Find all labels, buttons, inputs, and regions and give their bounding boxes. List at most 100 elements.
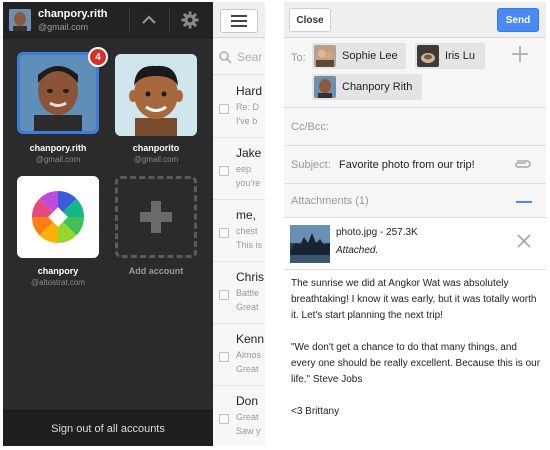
mail-snippet: Saw y	[236, 426, 261, 436]
account-tile-chanpory[interactable]	[17, 176, 99, 258]
select-checkbox[interactable]	[219, 290, 229, 300]
to-field[interactable]: To: Sophie Lee Iris Lu Chanpory Rith	[284, 38, 546, 108]
recipient-chip-chanpory-rith[interactable]: Chanpory Rith	[312, 74, 423, 100]
recipient-name: Sophie Lee	[342, 50, 398, 62]
mail-subject: Re: D	[236, 102, 260, 112]
close-icon[interactable]	[517, 234, 531, 248]
attachment-name: photo.jpg - 257.3K	[336, 227, 418, 238]
subject-value: Favorite photo from our trip!	[339, 159, 475, 171]
mail-sender: Chris	[236, 270, 265, 284]
recipient-chip-iris-lu[interactable]: Iris Lu	[415, 43, 485, 69]
select-checkbox[interactable]	[219, 414, 229, 424]
current-account-header[interactable]: chanpory.rith @gmail.com	[3, 2, 213, 38]
cc-bcc-label: Cc/Bcc:	[291, 121, 329, 133]
search-icon	[219, 51, 232, 64]
select-checkbox[interactable]	[219, 352, 229, 362]
account-tile-chanporito[interactable]	[115, 54, 197, 136]
colorful-logo-avatar	[17, 176, 99, 258]
account-name: chanporito	[132, 143, 180, 153]
subject-field[interactable]: Subject: Favorite photo from our trip!	[284, 146, 546, 184]
account-name: chanpory.rith	[29, 143, 87, 153]
mail-subject: chest	[236, 226, 258, 236]
account-drawer: chanpory.rith @gmail.com 4 chanpory.rith…	[3, 2, 213, 446]
list-item[interactable]: Jake eep you're	[213, 138, 265, 200]
mail-snippet: Great	[236, 364, 259, 374]
attachments-header[interactable]: Attachments (1)	[284, 184, 546, 218]
attachment-thumbnail	[290, 225, 330, 263]
recipient-avatar	[314, 45, 336, 67]
search-bar[interactable]: Sear	[213, 39, 265, 75]
mail-sender: Hard	[236, 84, 263, 98]
send-button[interactable]: Send	[497, 8, 539, 32]
collapse-attachments-icon[interactable]	[516, 201, 532, 203]
recipient-avatar	[417, 45, 439, 67]
account-email: @altostrat.com	[31, 278, 85, 287]
select-checkbox[interactable]	[219, 166, 229, 176]
mail-subject: eep	[236, 164, 252, 174]
collapse-accounts-button[interactable]	[130, 2, 168, 38]
current-account-name: chanpory.rith	[38, 8, 108, 20]
attachment-status: Attached.	[336, 245, 379, 256]
unread-count-badge: 4	[88, 47, 108, 67]
account-tile-chanpory-rith[interactable]	[17, 52, 99, 134]
body-signature: <3 Brittany	[291, 406, 340, 417]
add-account-button[interactable]	[115, 176, 197, 258]
close-button[interactable]: Close	[289, 8, 331, 32]
list-item[interactable]: Hard Re: D I've b	[213, 76, 265, 138]
mail-snippet: This is	[236, 240, 263, 250]
account-name: chanpory	[37, 266, 79, 276]
account-email: @gmail.com	[133, 155, 179, 164]
mail-snippet: you're	[236, 178, 261, 188]
attachments-label: Attachments (1)	[291, 195, 369, 207]
body-paragraph: The sunrise we did at Angkor Wat was abs…	[291, 278, 537, 321]
recipient-avatar	[314, 76, 336, 98]
body-paragraph: "We don't get a chance to do that many t…	[291, 342, 541, 385]
mail-sender: me,	[236, 208, 257, 222]
plus-icon	[140, 201, 172, 233]
mail-snippet: Great	[236, 302, 259, 312]
cc-bcc-field[interactable]: Cc/Bcc:	[284, 108, 546, 146]
recipient-chip-sophie-lee[interactable]: Sophie Lee	[312, 43, 406, 69]
list-item[interactable]: me, chest This is	[213, 200, 265, 262]
settings-button[interactable]	[171, 2, 209, 38]
subject-label: Subject:	[291, 159, 331, 171]
sign-out-all-button[interactable]: Sign out of all accounts	[3, 410, 213, 446]
current-account-avatar	[9, 9, 31, 31]
mail-subject: Battle	[236, 288, 260, 298]
message-body[interactable]: The sunrise we did at Angkor Wat was abs…	[291, 276, 541, 436]
account-photo	[20, 55, 96, 131]
inbox-toolbar	[213, 2, 265, 38]
inbox-list-peek: Sear Hard Re: D I've b Jake eep you're m…	[213, 2, 265, 446]
list-item[interactable]: Chris Battle Great	[213, 262, 265, 324]
recipient-name: Chanpory Rith	[342, 81, 413, 93]
add-account-label: Add account	[128, 266, 184, 276]
mail-sender: Kenn	[236, 332, 265, 346]
mail-sender: Jake	[236, 146, 262, 160]
compose-screen: Close Send To: Sophie Lee Iris Lu Chanpo…	[284, 2, 546, 446]
account-switcher-screen: chanpory.rith @gmail.com 4 chanpory.rith…	[3, 2, 265, 446]
select-checkbox[interactable]	[219, 228, 229, 238]
mail-snippet: I've b	[236, 116, 258, 126]
to-label: To:	[291, 52, 306, 64]
gear-icon	[181, 11, 199, 29]
menu-button[interactable]	[220, 9, 258, 33]
mail-sender: Don	[236, 394, 259, 408]
select-checkbox[interactable]	[219, 104, 229, 114]
mail-subject: Almos	[236, 350, 262, 360]
cartoon-avatar	[115, 54, 197, 136]
list-item[interactable]: Kenn Almos Great	[213, 324, 265, 386]
header-divider	[169, 8, 170, 32]
screenshot-canvas: chanpory.rith @gmail.com 4 chanpory.rith…	[0, 0, 550, 450]
current-account-email: @gmail.com	[38, 22, 89, 32]
hamburger-icon	[231, 15, 247, 17]
mail-subject: Great	[236, 412, 259, 422]
compose-toolbar: Close Send	[284, 2, 546, 38]
recipient-name: Iris Lu	[445, 50, 475, 62]
chevron-up-icon	[142, 15, 156, 24]
add-recipient-icon[interactable]	[512, 46, 528, 62]
paperclip-icon[interactable]	[514, 158, 532, 170]
search-placeholder: Sear	[237, 50, 263, 64]
list-item[interactable]: Don Great Saw y	[213, 386, 265, 446]
attachment-item[interactable]: photo.jpg - 257.3K Attached.	[284, 218, 546, 270]
account-email: @gmail.com	[35, 155, 81, 164]
